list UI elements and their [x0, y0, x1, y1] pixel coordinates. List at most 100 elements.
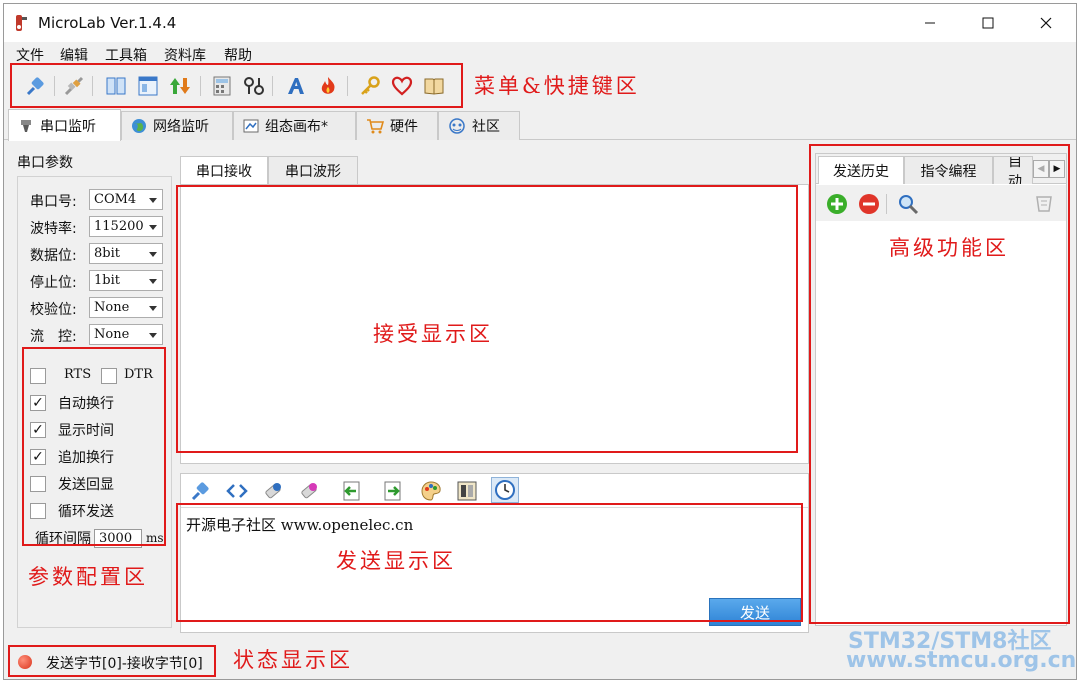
port-select[interactable]: COM4	[89, 189, 163, 210]
flame-button[interactable]	[316, 74, 340, 98]
tab-auto[interactable]: 自动	[993, 156, 1033, 184]
font-button[interactable]	[284, 74, 308, 98]
send-input-text[interactable]: 开源电子社区 www.openelec.cn	[186, 514, 413, 535]
tab-scroll-right-button[interactable]: ▶	[1049, 160, 1065, 178]
calculator-button[interactable]	[210, 74, 234, 98]
clear-send-button[interactable]	[261, 479, 285, 503]
title-bar[interactable]: MicroLab Ver.1.4.4	[4, 4, 1076, 42]
tab-serial-receive[interactable]: 串口接收	[180, 156, 268, 184]
baud-label: 波特率:	[30, 221, 77, 237]
auto-wrap-checkbox[interactable]: ✓	[30, 395, 46, 411]
receive-display[interactable]	[180, 184, 809, 464]
baud-value: 115200	[94, 219, 144, 234]
tab-canvas[interactable]: 组态画布*	[233, 111, 356, 140]
baud-select[interactable]: 115200	[89, 216, 163, 237]
tab-hardware[interactable]: 硬件	[356, 111, 438, 140]
menu-file[interactable]: 文件	[16, 45, 44, 65]
show-time-checkbox[interactable]: ✓	[30, 422, 46, 438]
add-history-button[interactable]	[825, 192, 849, 216]
menu-help[interactable]: 帮助	[224, 45, 252, 65]
flow-select[interactable]: None	[89, 324, 163, 345]
tab-label: 网络监听	[153, 119, 209, 135]
interval-label: 循环间隔	[35, 531, 91, 547]
app-window: MicroLab Ver.1.4.4 文件 编辑 工具箱 资料库 帮助 串口监听…	[3, 3, 1077, 680]
usb-plug-icon	[21, 119, 31, 132]
menu-library[interactable]: 资料库	[164, 45, 206, 65]
append-newline-label: 追加换行	[58, 450, 114, 466]
remove-history-button[interactable]	[857, 192, 881, 216]
window-layout-button[interactable]	[136, 74, 160, 98]
eraser-pink-icon	[301, 483, 317, 499]
tab-serial-monitor[interactable]: 串口监听	[8, 109, 121, 141]
menu-edit[interactable]: 编辑	[60, 45, 88, 65]
dtr-label: DTR	[124, 367, 153, 382]
key-button[interactable]	[358, 74, 382, 98]
code-brackets-icon	[226, 484, 248, 498]
chevron-down-icon	[149, 333, 157, 338]
globe-icon	[132, 119, 146, 133]
export-button[interactable]	[381, 479, 405, 503]
palette-button[interactable]	[419, 479, 443, 503]
port-label: 串口号:	[30, 194, 77, 210]
minimize-button[interactable]	[901, 4, 959, 42]
loop-send-label: 循环发送	[58, 504, 114, 520]
main-tab-bar: 串口监听 网络监听 组态画布* 硬件 社区	[4, 108, 1076, 141]
tab-send-history[interactable]: 发送历史	[818, 156, 904, 184]
interval-unit: ms	[146, 531, 164, 545]
panel-toggle-button[interactable]	[455, 479, 479, 503]
tab-label: 串口监听	[40, 118, 96, 135]
logic-button[interactable]	[242, 74, 266, 98]
tab-label: 硬件	[390, 119, 418, 135]
key-icon	[361, 76, 380, 95]
interval-input[interactable]: 3000	[94, 529, 142, 548]
advanced-tab-bar: 发送历史 指令编程 自动 ◀ ▶	[816, 154, 1066, 184]
minimize-icon	[925, 22, 935, 24]
panel-icon	[457, 481, 477, 501]
send-button[interactable]: 发送	[709, 598, 801, 626]
databits-value: 8bit	[94, 246, 120, 261]
close-button[interactable]	[1017, 4, 1075, 42]
flame-icon	[321, 77, 335, 94]
search-history-button[interactable]	[896, 192, 920, 216]
tab-network-monitor[interactable]: 网络监听	[121, 111, 233, 140]
tab-serial-waveform[interactable]: 串口波形	[268, 156, 358, 184]
tab-command-programming[interactable]: 指令编程	[904, 156, 993, 184]
rts-checkbox[interactable]	[30, 368, 46, 384]
plug-connect-icon	[26, 77, 44, 96]
import-file-icon	[343, 481, 360, 501]
parity-select[interactable]: None	[89, 297, 163, 318]
stopbits-value: 1bit	[94, 273, 120, 288]
append-newline-checkbox[interactable]: ✓	[30, 449, 46, 465]
watermark-line2: www.stmcu.org.cn	[846, 648, 1077, 673]
echo-send-label: 发送回显	[58, 477, 114, 493]
databits-select[interactable]: 8bit	[89, 243, 163, 264]
manual-button[interactable]	[422, 74, 446, 98]
clear-history-button[interactable]	[1032, 192, 1056, 216]
echo-send-checkbox[interactable]	[30, 476, 46, 492]
plug-connect-icon	[191, 482, 209, 501]
timer-button[interactable]	[491, 477, 519, 503]
import-button[interactable]	[339, 479, 363, 503]
clear-receive-button[interactable]	[297, 479, 321, 503]
stopbits-select[interactable]: 1bit	[89, 270, 163, 291]
flow-row: 流 控: None	[30, 324, 166, 346]
send-connect-button[interactable]	[189, 479, 213, 503]
tab-scroll-left-button[interactable]: ◀	[1033, 160, 1049, 178]
databits-row: 数据位: 8bit	[30, 243, 166, 265]
disconnect-button[interactable]	[62, 74, 86, 98]
heart-button[interactable]	[390, 74, 414, 98]
maximize-button[interactable]	[959, 4, 1017, 42]
status-text: 发送字节[0]-接收字节[0]	[46, 656, 203, 672]
cart-icon	[367, 119, 384, 134]
send-toolbar	[181, 474, 808, 508]
sort-button[interactable]	[168, 74, 192, 98]
menu-toolbox[interactable]: 工具箱	[105, 45, 147, 65]
code-button[interactable]	[225, 479, 249, 503]
connect-button[interactable]	[24, 74, 48, 98]
tab-community[interactable]: 社区	[438, 111, 520, 140]
split-view-button[interactable]	[104, 74, 128, 98]
loop-send-checkbox[interactable]	[30, 503, 46, 519]
minus-circle-icon	[859, 194, 879, 214]
flow-label: 流 控:	[30, 329, 77, 345]
dtr-checkbox[interactable]	[101, 368, 117, 384]
